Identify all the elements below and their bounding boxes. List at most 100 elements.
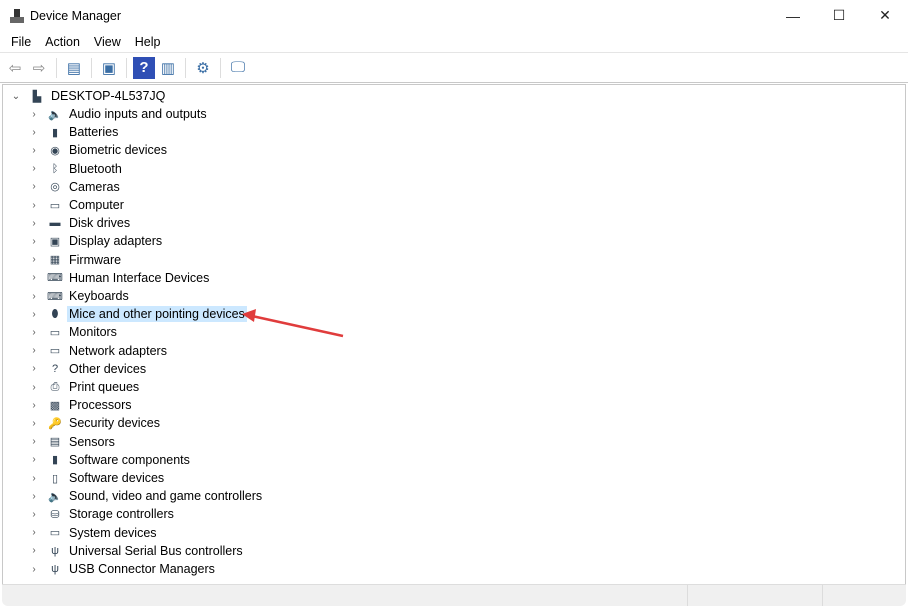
tree-item[interactable]: › ▭ Network adapters xyxy=(27,342,169,360)
chevron-right-icon[interactable]: › xyxy=(27,491,41,502)
chevron-right-icon[interactable]: › xyxy=(27,236,41,247)
device-category-icon: ᛒ xyxy=(51,162,59,175)
device-category-icon: ? xyxy=(51,362,59,375)
tree-item[interactable]: › ⛁ Storage controllers xyxy=(27,505,176,523)
chevron-right-icon[interactable]: › xyxy=(27,127,41,138)
chevron-right-icon[interactable]: › xyxy=(27,564,41,575)
chevron-down-icon[interactable]: ⌄ xyxy=(9,91,23,102)
computer-icon: ▙ xyxy=(32,90,42,103)
scan-hardware-icon[interactable]: 🖵 xyxy=(227,57,249,79)
tree-item-label: Computer xyxy=(69,198,124,212)
tree-item[interactable]: › ▦ Firmware xyxy=(27,251,123,269)
tree-item[interactable]: › ψ Universal Serial Bus controllers xyxy=(27,542,245,560)
properties-icon[interactable]: ▣ xyxy=(98,57,120,79)
toolbar-separator xyxy=(220,57,221,78)
tree-item[interactable]: › ▭ Computer xyxy=(27,196,126,214)
device-category-icon: ▣ xyxy=(49,235,61,248)
chevron-right-icon[interactable]: › xyxy=(27,418,41,429)
tree-item-label: USB Connector Managers xyxy=(69,562,215,576)
tree-item[interactable]: ›? Other devices xyxy=(27,360,148,378)
tree-item[interactable]: › 🔈 Audio inputs and outputs xyxy=(27,105,209,123)
tree-item[interactable]: › ▬ Disk drives xyxy=(27,214,132,232)
tree-item[interactable]: › ▤ Sensors xyxy=(27,433,117,451)
tree-item[interactable]: › ▯ Software devices xyxy=(27,469,166,487)
run-icon[interactable]: ▥ xyxy=(157,57,179,79)
tree-item-label: Human Interface Devices xyxy=(69,270,210,285)
device-category-icon: ▮ xyxy=(51,454,59,467)
tree-item-label: Print queues xyxy=(69,380,140,394)
device-category-icon: ▬ xyxy=(49,217,61,230)
forward-icon[interactable]: ⇨ xyxy=(28,57,50,79)
tree-item[interactable]: › ψ USB Connector Managers xyxy=(27,560,217,578)
tree-item[interactable]: › ▭ System devices xyxy=(27,524,159,542)
tree-item-label: Software components xyxy=(69,452,190,467)
show-hide-console-tree-icon[interactable]: ▤ xyxy=(63,57,85,79)
tree-item[interactable]: › ᛒ Bluetooth xyxy=(27,160,124,178)
help-icon[interactable]: ? xyxy=(133,56,155,79)
menu-help[interactable]: Help xyxy=(128,35,168,49)
tree-item[interactable]: › ▣ Display adapters xyxy=(27,232,164,250)
tree-item[interactable]: › ⌨ Human Interface Devices xyxy=(27,269,211,287)
tree-root[interactable]: ⌄ ▙ DESKTOP-4L537JQ xyxy=(9,87,167,105)
menu-action[interactable]: Action xyxy=(38,35,87,49)
tree-item-label: Bluetooth xyxy=(69,161,122,176)
chevron-right-icon[interactable]: › xyxy=(27,454,41,465)
maximize-button[interactable]: ☐ xyxy=(816,0,862,31)
chevron-right-icon[interactable]: › xyxy=(27,181,41,192)
chevron-right-icon[interactable]: › xyxy=(27,200,41,211)
tree-item[interactable]: › ▩ Processors xyxy=(27,396,134,414)
tree-item-label: Network adapters xyxy=(69,343,167,358)
tree-item-label: Biometric devices xyxy=(69,143,167,158)
device-category-icon: ▯ xyxy=(51,472,59,485)
tree-item-label: Keyboards xyxy=(69,289,129,303)
title-bar: Device Manager — ☐ ✕ xyxy=(0,0,908,31)
chevron-right-icon[interactable]: › xyxy=(27,145,41,156)
chevron-right-icon[interactable]: › xyxy=(27,254,41,265)
chevron-right-icon[interactable]: › xyxy=(27,363,41,374)
chevron-right-icon[interactable]: › xyxy=(27,327,41,338)
chevron-right-icon[interactable]: › xyxy=(27,345,41,356)
tree-item[interactable]: › ⌨ Keyboards xyxy=(27,287,131,305)
tree-item-label: System devices xyxy=(69,525,157,540)
tree-item-label: Firmware xyxy=(69,252,122,267)
device-category-icon: ◎ xyxy=(50,181,60,194)
device-tree[interactable]: ⌄ ▙ DESKTOP-4L537JQ › 🔈 Audio inputs and o… xyxy=(2,84,906,584)
menu-view[interactable]: View xyxy=(87,35,128,49)
chevron-right-icon[interactable]: › xyxy=(27,509,41,520)
device-category-icon: ▭ xyxy=(49,345,61,358)
window-title: Device Manager xyxy=(30,8,122,23)
close-button[interactable]: ✕ xyxy=(862,0,908,31)
minimize-button[interactable]: — xyxy=(770,0,816,31)
chevron-right-icon[interactable]: › xyxy=(27,109,41,120)
tree-item[interactable]: › ⬮ Mice and other pointing devices xyxy=(27,305,247,323)
chevron-right-icon[interactable]: › xyxy=(27,163,41,174)
device-category-icon: ⌨ xyxy=(47,290,63,303)
chevron-right-icon[interactable]: › xyxy=(27,436,41,447)
chevron-right-icon[interactable]: › xyxy=(27,545,41,556)
back-icon[interactable]: ⇦ xyxy=(4,57,26,79)
chevron-right-icon[interactable]: › xyxy=(27,473,41,484)
tree-item[interactable]: › ▮ Batteries xyxy=(27,123,120,141)
tree-item[interactable]: › ◎ Cameras xyxy=(27,178,122,196)
device-category-icon: ◉ xyxy=(50,144,60,157)
tree-item[interactable]: › ▮ Software components xyxy=(27,451,192,469)
chevron-right-icon[interactable]: › xyxy=(27,527,41,538)
chevron-right-icon[interactable]: › xyxy=(27,309,41,320)
device-category-icon: ⬮ xyxy=(51,307,59,320)
tree-item[interactable]: › ⎙ Print queues xyxy=(27,378,141,396)
chevron-right-icon[interactable]: › xyxy=(27,400,41,411)
tree-item[interactable]: › ◉ Biometric devices xyxy=(27,141,169,159)
tree-item[interactable]: › 🔈 Sound, video and game controllers xyxy=(27,487,264,505)
chevron-right-icon[interactable]: › xyxy=(27,218,41,229)
chevron-right-icon[interactable]: › xyxy=(27,291,41,302)
update-driver-icon[interactable]: ⚙ xyxy=(192,57,214,79)
chevron-right-icon[interactable]: › xyxy=(27,272,41,283)
computer-name: DESKTOP-4L537JQ xyxy=(51,89,166,103)
chevron-right-icon[interactable]: › xyxy=(27,382,41,393)
device-category-icon: ▮ xyxy=(51,126,59,139)
device-category-icon: ▤ xyxy=(49,436,61,449)
tree-item[interactable]: › ▭ Monitors xyxy=(27,323,119,341)
tree-item[interactable]: › 🔑 Security devices xyxy=(27,414,162,432)
tree-item-label: Mice and other pointing devices xyxy=(67,306,247,323)
menu-file[interactable]: File xyxy=(4,35,38,49)
